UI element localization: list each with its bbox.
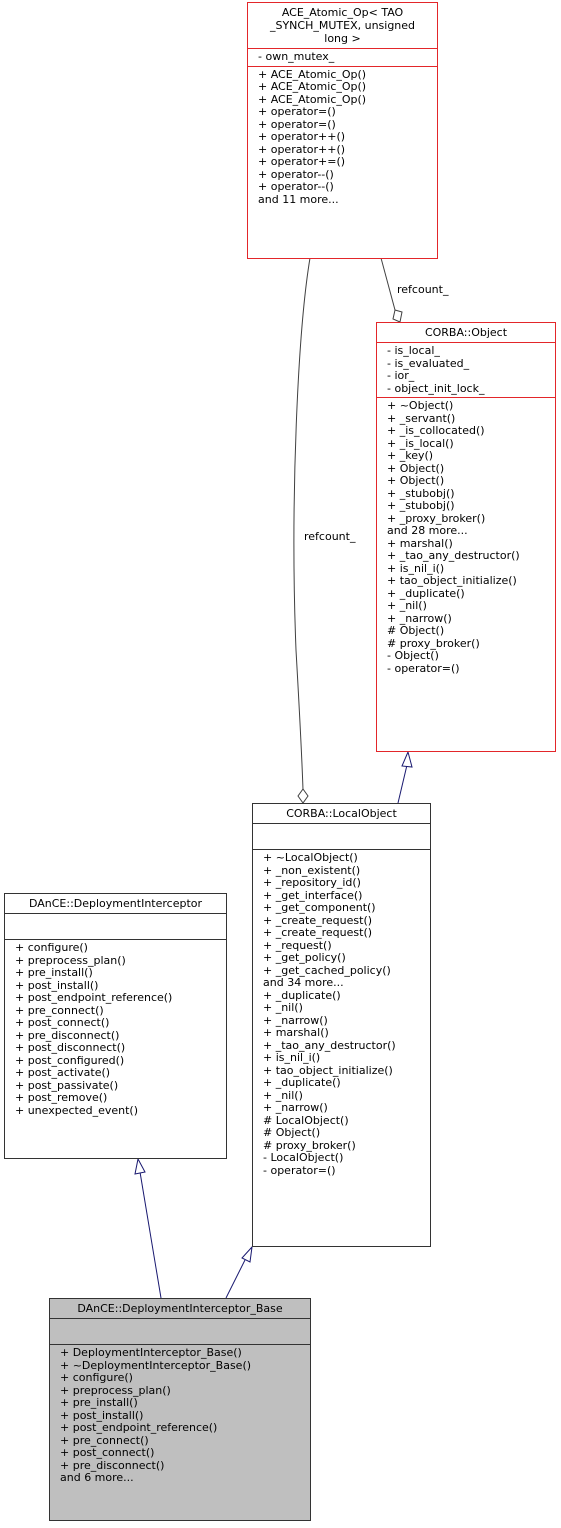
method: + _get_policy(): [263, 951, 346, 964]
class-title: CORBA::Object: [424, 326, 508, 339]
attribute: - is_local_: [387, 344, 440, 357]
method: + post_connect(): [15, 1016, 110, 1029]
method: + _repository_id(): [263, 876, 361, 889]
method: + _is_collocated(): [387, 424, 485, 437]
method: # Object(): [387, 624, 445, 637]
attributes-section: - is_local_ - is_evaluated_ - ior_ - obj…: [377, 342, 555, 397]
method: + is_nil_i(): [263, 1051, 321, 1064]
method: + post_remove(): [15, 1091, 108, 1104]
more-link[interactable]: and 28 more...: [387, 524, 551, 538]
method: + configure(): [60, 1371, 133, 1384]
method: + _get_component(): [263, 901, 376, 914]
attributes-section: - own_mutex_: [248, 48, 437, 66]
method: + _key(): [387, 449, 434, 462]
method: + post_connect(): [60, 1446, 155, 1459]
method: + operator++(): [258, 130, 346, 143]
method: + _nil(): [387, 599, 427, 612]
class-title: ACE_Atomic_Op< TAO _SYNCH_MUTEX, unsigne…: [248, 3, 437, 48]
method: + operator=(): [258, 105, 336, 118]
class-deployment-interceptor[interactable]: DAnCE::DeploymentInterceptor + configure…: [4, 893, 227, 1159]
attribute: - object_init_lock_: [387, 381, 485, 395]
edge-refcount-object: [380, 257, 396, 311]
method: + _create_request(): [263, 926, 373, 939]
attributes-section: [253, 823, 430, 849]
method: + post_activate(): [15, 1066, 111, 1079]
method: + _duplicate(): [263, 1076, 341, 1089]
method: - operator=(): [387, 661, 460, 675]
method: + tao_object_initialize(): [387, 574, 517, 587]
attributes-section: [50, 1318, 310, 1344]
class-ace-atomic-op[interactable]: ACE_Atomic_Op< TAO _SYNCH_MUTEX, unsigne…: [247, 2, 438, 259]
methods-section: + ~LocalObject() + _non_existent() + _re…: [253, 849, 430, 1179]
attribute: - ior_: [387, 369, 415, 382]
method: # Object(): [263, 1126, 321, 1139]
method: + operator--(): [258, 180, 334, 193]
composition-diamond-icon: [392, 309, 403, 323]
more-link[interactable]: and 6 more...: [60, 1471, 306, 1485]
method: + configure(): [15, 941, 88, 954]
method: + ACE_Atomic_Op(): [258, 80, 367, 93]
method: + unexpected_event(): [15, 1103, 139, 1117]
method: + pre_install(): [15, 966, 93, 979]
title-line: ACE_Atomic_Op< TAO: [281, 6, 404, 19]
inheritance-arrow-icon: [241, 1245, 253, 1263]
method: + post_endpoint_reference(): [15, 991, 173, 1004]
title-line: long >: [324, 32, 361, 45]
class-title: DAnCE::DeploymentInterceptor_Base: [77, 1302, 283, 1315]
method: + _stubobj(): [387, 499, 455, 512]
class-corba-object[interactable]: CORBA::Object - is_local_ - is_evaluated…: [376, 322, 556, 752]
method: + _tao_any_destructor(): [387, 549, 520, 562]
inheritance-arrow-icon: [401, 750, 413, 768]
method: + _narrow(): [263, 1101, 328, 1114]
method: + pre_install(): [60, 1396, 138, 1409]
more-link[interactable]: and 34 more...: [263, 976, 426, 990]
method: + operator+=(): [258, 155, 346, 168]
methods-section: + DeploymentInterceptor_Base() + ~Deploy…: [50, 1344, 310, 1487]
edge-label-refcount: refcount_: [397, 283, 449, 296]
method: + marshal(): [263, 1026, 329, 1039]
methods-section: + configure() + preprocess_plan() + pre_…: [5, 939, 226, 1119]
method: - LocalObject(): [263, 1151, 344, 1164]
composition-diamond-icon: [297, 788, 309, 804]
method: + ~LocalObject(): [263, 851, 358, 864]
edge-inherit-local-object: [397, 764, 408, 804]
method: + post_endpoint_reference(): [60, 1421, 218, 1434]
more-link[interactable]: and 11 more...: [258, 193, 433, 207]
edge-label-refcount: refcount_: [304, 530, 356, 543]
class-deployment-interceptor-base[interactable]: DAnCE::DeploymentInterceptor_Base + Depl…: [49, 1298, 311, 1521]
method: + post_disconnect(): [15, 1041, 126, 1054]
method: + ~Object(): [387, 399, 454, 412]
class-title: DAnCE::DeploymentInterceptor: [28, 897, 203, 910]
method: + Object(): [387, 474, 445, 487]
class-corba-local-object[interactable]: CORBA::LocalObject + ~LocalObject() + _n…: [252, 803, 431, 1247]
methods-section: + ACE_Atomic_Op() + ACE_Atomic_Op() + AC…: [248, 65, 437, 209]
method: - operator=(): [263, 1163, 336, 1177]
edge-refcount-local: [293, 257, 311, 791]
attributes-section: [5, 913, 226, 939]
methods-section: + ~Object() + _servant() + _is_collocate…: [377, 397, 555, 677]
method: + _nil(): [263, 1001, 303, 1014]
edge-inherit-base-local: [225, 1259, 246, 1299]
method: - Object(): [387, 649, 439, 662]
attribute: - own_mutex_: [258, 50, 335, 63]
inheritance-arrow-icon: [134, 1157, 146, 1175]
edge-inherit-base-interceptor: [139, 1171, 162, 1299]
class-title: CORBA::LocalObject: [286, 807, 397, 820]
method: + DeploymentInterceptor_Base(): [60, 1346, 242, 1359]
title-line: _SYNCH_MUTEX, unsigned: [269, 19, 416, 32]
